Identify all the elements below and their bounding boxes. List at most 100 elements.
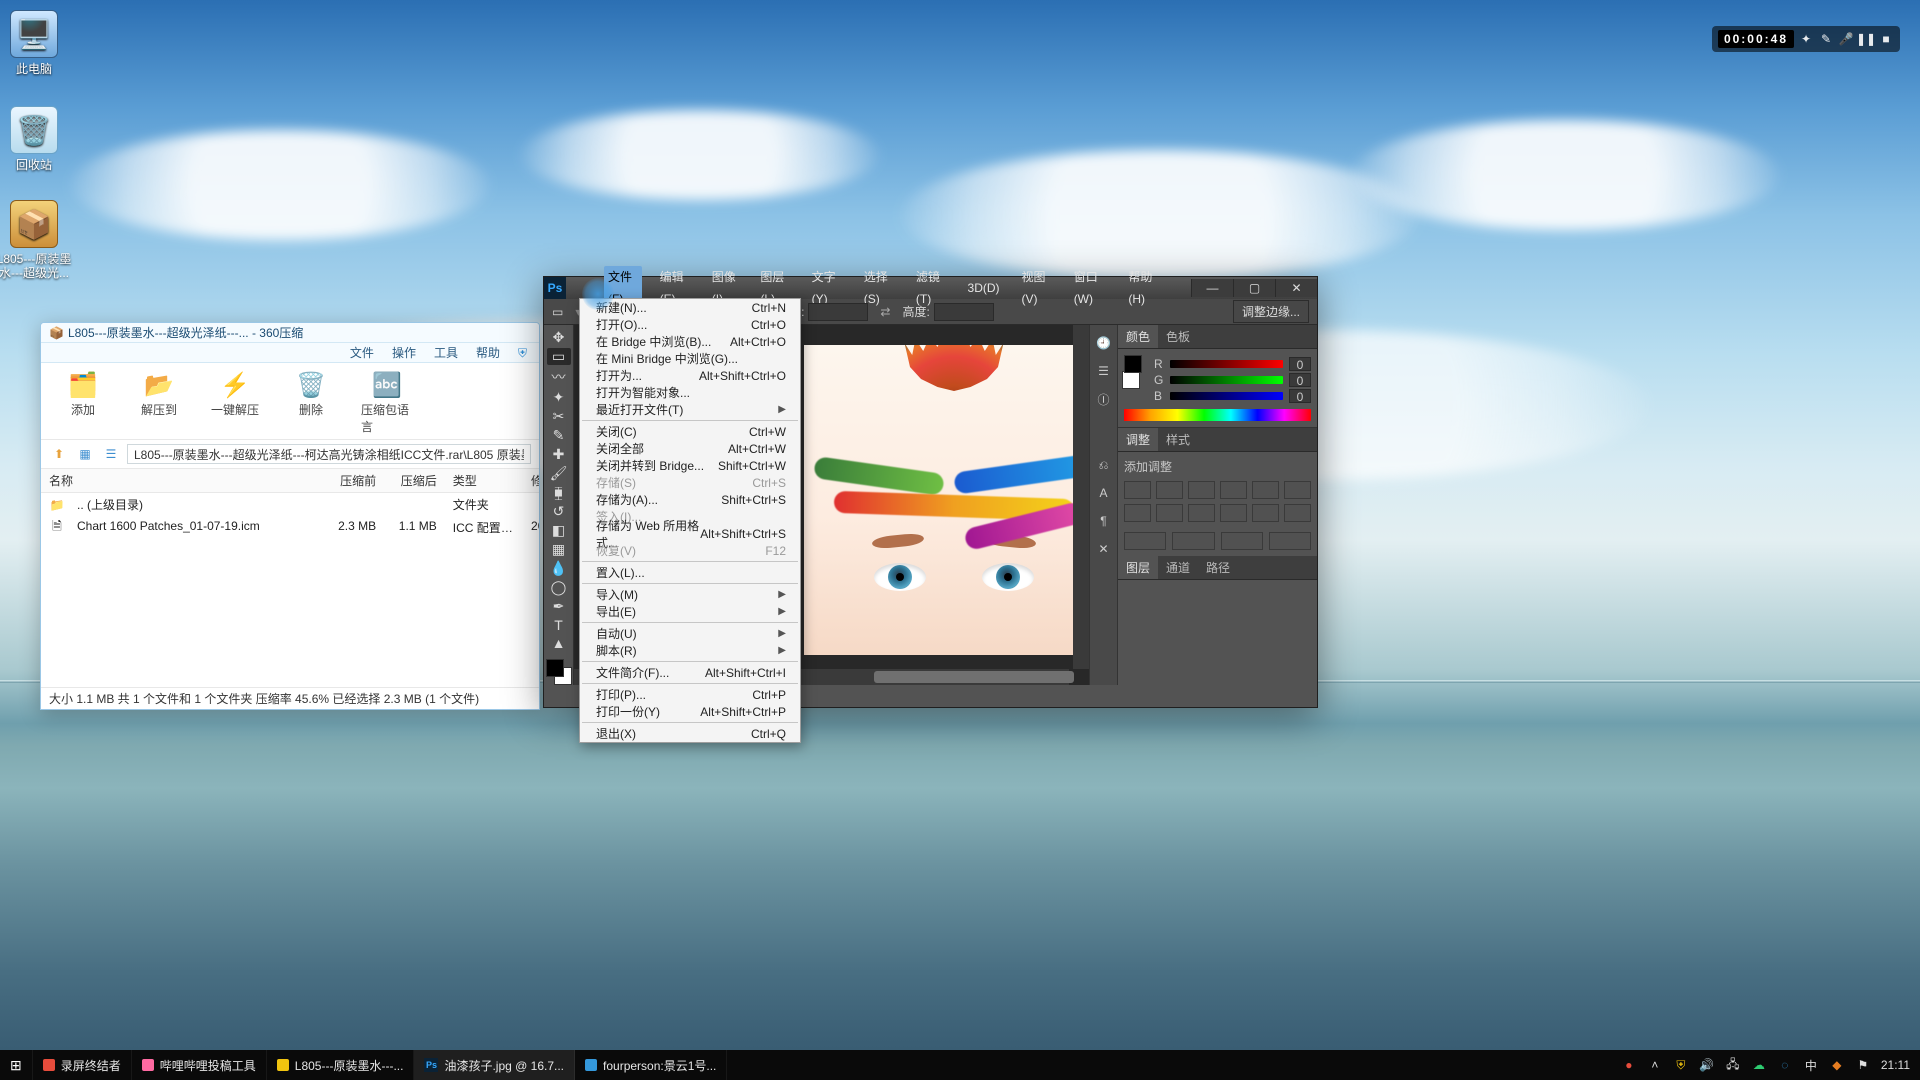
recorder-pause-icon[interactable]: ❚❚	[1858, 31, 1874, 47]
tool-stamp[interactable]: ⧯	[547, 484, 571, 501]
adj-levels[interactable]	[1156, 481, 1183, 499]
properties-panel-icon[interactable]: ☰	[1094, 361, 1114, 381]
ps-titlebar[interactable]: Ps 文件(F) 编辑(E) 图像(I) 图层(L) 文字(Y) 选择(S) 滤…	[544, 277, 1317, 299]
list-view-icon[interactable]: ☰	[101, 445, 121, 463]
zip-file-list[interactable]: 📁.. (上级目录) 文件夹 🗎Chart 1600 Patches_01-07…	[41, 493, 539, 539]
panel-background-swatch[interactable]	[1122, 371, 1140, 389]
recorder-edit-icon[interactable]: ✎	[1818, 31, 1834, 47]
adj-channel-mixer[interactable]	[1220, 504, 1247, 522]
menu-item[interactable]: 脚本(R)▶	[580, 642, 800, 659]
col-header-size-after[interactable]: 压缩后	[384, 469, 445, 492]
start-button[interactable]: ⊞	[0, 1050, 33, 1080]
tool-crop[interactable]: ✂	[547, 408, 571, 425]
tray-wechat-icon[interactable]: ☁	[1751, 1057, 1767, 1073]
taskbar[interactable]: ⊞ 录屏终结者 哔哩哔哩投稿工具 L805---原装墨水---... Ps油漆孩…	[0, 1050, 1920, 1080]
swatches-tab[interactable]: 色板	[1158, 325, 1198, 348]
adj-lookup[interactable]	[1252, 504, 1279, 522]
menu-item[interactable]: 存储为 Web 所用格式...Alt+Shift+Ctrl+S	[580, 525, 800, 542]
tool-history-brush[interactable]: ↺	[547, 503, 571, 520]
taskbar-item[interactable]: Ps油漆孩子.jpg @ 16.7...	[414, 1050, 575, 1080]
list-item[interactable]: 📁.. (上级目录) 文件夹	[41, 493, 539, 516]
opt-height-input[interactable]	[934, 303, 994, 321]
col-header-name[interactable]: 名称	[41, 469, 323, 492]
paragraph-styles-icon[interactable]: ¶	[1094, 511, 1114, 531]
adjustments-tab[interactable]: 调整	[1118, 428, 1158, 451]
tool-path-select[interactable]: ▲	[547, 635, 571, 651]
ps-close-button[interactable]: ✕	[1275, 279, 1317, 297]
tray-ime-icon[interactable]: 中	[1803, 1057, 1819, 1073]
g-slider[interactable]	[1170, 376, 1283, 384]
adj-color-balance[interactable]	[1124, 504, 1151, 522]
zip-menu-tool[interactable]: 工具	[434, 343, 458, 362]
menu-item[interactable]: 新建(N)...Ctrl+N	[580, 299, 800, 316]
document-artboard[interactable]	[804, 345, 1089, 655]
menu-item[interactable]: 在 Bridge 中浏览(B)...Alt+Ctrl+O	[580, 333, 800, 350]
list-item[interactable]: 🗎Chart 1600 Patches_01-07-19.icm 2.3 MB …	[41, 516, 539, 539]
menu-item[interactable]: 存储为(A)...Shift+Ctrl+S	[580, 491, 800, 508]
zip-btn-add[interactable]: 🗂️添加	[57, 369, 109, 435]
scrollbar-thumb[interactable]	[874, 671, 1074, 683]
paths-tab[interactable]: 路径	[1198, 556, 1238, 579]
tool-eraser[interactable]: ◧	[547, 522, 571, 539]
adj-photo-filter[interactable]	[1188, 504, 1215, 522]
tool-eyedropper[interactable]: ✎	[547, 427, 571, 444]
tray-shield-icon[interactable]: ⛨	[1673, 1057, 1689, 1073]
zip-list-header[interactable]: 名称 压缩前 压缩后 类型 修改	[41, 469, 539, 493]
tool-move[interactable]: ✥	[547, 329, 571, 346]
zip-menu-help[interactable]: 帮助	[476, 343, 500, 362]
zip-btn-one-click-extract[interactable]: ⚡一键解压	[209, 369, 261, 435]
vertical-scrollbar[interactable]	[1073, 325, 1089, 669]
color-tab[interactable]: 颜色	[1118, 325, 1158, 348]
taskbar-item[interactable]: fourperson:景云1号...	[575, 1050, 727, 1080]
menu-item[interactable]: 导入(M)▶	[580, 586, 800, 603]
tool-brush[interactable]: 🖌	[547, 465, 571, 482]
measure-panel-icon[interactable]: ✕	[1094, 539, 1114, 559]
col-header-type[interactable]: 类型	[445, 469, 523, 492]
ps-menu-help[interactable]: 帮助(H)	[1124, 266, 1163, 310]
menu-item[interactable]: 文件简介(F)...Alt+Shift+Ctrl+I	[580, 664, 800, 681]
tool-type[interactable]: T	[547, 617, 571, 633]
marquee-tool-icon[interactable]: ▭	[552, 305, 563, 319]
menu-item[interactable]: 在 Mini Bridge 中浏览(G)...	[580, 350, 800, 367]
tool-dodge[interactable]: ◯	[547, 579, 571, 596]
grid-view-icon[interactable]: ▦	[75, 445, 95, 463]
tray-qq-icon[interactable]: ◌	[1777, 1057, 1793, 1073]
desktop-icon-archive[interactable]: 📦 L805---原装墨水---超级光...	[0, 200, 72, 280]
refine-edge-button[interactable]: 调整边缘...	[1233, 300, 1309, 323]
ps-file-menu-dropdown[interactable]: 新建(N)...Ctrl+N打开(O)...Ctrl+O在 Bridge 中浏览…	[579, 298, 801, 743]
adj-vibrance[interactable]	[1252, 481, 1279, 499]
zip-btn-extract-to[interactable]: 📂解压到	[133, 369, 185, 435]
adj-brightness[interactable]	[1124, 481, 1151, 499]
recorder-stop-icon[interactable]: ■	[1878, 31, 1894, 47]
tool-heal[interactable]: ✚	[547, 446, 571, 463]
menu-item[interactable]: 关闭全部Alt+Ctrl+W	[580, 440, 800, 457]
zip-menu-shield-icon[interactable]: ⛨	[518, 343, 527, 362]
tool-blur[interactable]: 💧	[547, 560, 571, 577]
ps-menu-window[interactable]: 窗口(W)	[1070, 266, 1111, 310]
tray-clock[interactable]: 21:11	[1881, 1058, 1910, 1072]
channels-tab[interactable]: 通道	[1158, 556, 1198, 579]
adj-selective-color[interactable]	[1269, 532, 1311, 550]
desktop-icon-recycle-bin[interactable]: 🗑️ 回收站	[0, 106, 72, 172]
zip-window[interactable]: 📦 L805---原装墨水---超级光泽纸---... - 360压缩 文件 操…	[40, 322, 540, 710]
menu-item[interactable]: 最近打开文件(T)▶	[580, 401, 800, 418]
zip-menu-operate[interactable]: 操作	[392, 343, 416, 362]
ps-maximize-button[interactable]: ▢	[1233, 279, 1275, 297]
menu-item[interactable]: 置入(L)...	[580, 564, 800, 581]
menu-item[interactable]: 打印(P)...Ctrl+P	[580, 686, 800, 703]
menu-item[interactable]: 导出(E)▶	[580, 603, 800, 620]
tray-network-icon[interactable]: 🖧	[1725, 1057, 1741, 1073]
adj-invert[interactable]	[1284, 504, 1311, 522]
ps-minimize-button[interactable]: —	[1191, 279, 1233, 297]
menu-item[interactable]: 打开(O)...Ctrl+O	[580, 316, 800, 333]
panel-foreground-swatch[interactable]	[1124, 355, 1142, 373]
r-slider[interactable]	[1170, 360, 1283, 368]
adj-curves[interactable]	[1188, 481, 1215, 499]
type-panel-icon[interactable]: A	[1094, 483, 1114, 503]
menu-item[interactable]: 打印一份(Y)Alt+Shift+Ctrl+P	[580, 703, 800, 720]
ps-menu-view[interactable]: 视图(V)	[1018, 266, 1056, 310]
col-header-modified[interactable]: 修改	[523, 469, 539, 492]
menu-item[interactable]: 自动(U)▶	[580, 625, 800, 642]
screen-recorder-widget[interactable]: 00:00:48 ✦ ✎ 🎤 ❚❚ ■	[1712, 26, 1900, 52]
layers-tab[interactable]: 图层	[1118, 556, 1158, 579]
